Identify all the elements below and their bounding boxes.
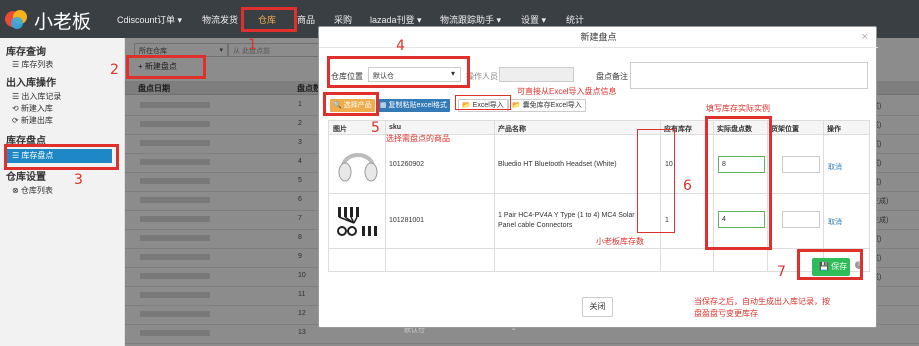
operator-label: 操作人员 <box>466 72 498 81</box>
logo-icon <box>5 10 27 29</box>
hint-select-product: 选择需盘点的商品 <box>386 134 450 143</box>
row-divider <box>329 248 869 249</box>
nav-item-settings[interactable]: 设置 ▾ <box>521 13 546 26</box>
hint-excel-import: 可直接从Excel导入盘点信息 <box>517 87 617 96</box>
solar-connector-product-image <box>337 207 377 236</box>
sidebar: 库存查询 ☰ 库存列表 出入库操作 ☰ 出入库记录 ⟲ 新建入库 ⟳ 新建出库 … <box>0 38 125 346</box>
close-button[interactable]: 关闭 <box>582 297 613 317</box>
column-header-image: 图片 <box>333 126 347 133</box>
sidebar-item-new-outbound[interactable]: ⟳ 新建出库 <box>12 115 53 126</box>
copy-paste-excel-button[interactable]: ▦ 复制粘贴excel格式 <box>377 99 450 112</box>
row2-sku: 101281001 <box>389 217 425 224</box>
step-number-4: 4 <box>396 38 405 54</box>
row2-shelf-location-input[interactable] <box>782 211 820 228</box>
nav-item-lazada[interactable]: lazada刊登 ▾ <box>370 13 422 26</box>
column-header-action: 操作 <box>827 126 841 133</box>
highlight-box-actual-count <box>705 116 772 250</box>
highlight-box-warehouse-location <box>327 56 470 88</box>
hint-save-line2: 盘盈盘亏变更库存 <box>694 309 758 318</box>
column-header-sku: sku <box>389 124 402 131</box>
nav-item-purchase[interactable]: 采购 <box>334 13 352 26</box>
step-number-5: 5 <box>371 120 380 136</box>
highlight-box-stocktake-menu <box>4 144 119 170</box>
remark-textarea[interactable] <box>630 62 868 89</box>
highlight-box-warehouse-nav <box>241 7 297 32</box>
step-number-2: 2 <box>110 62 119 78</box>
sidebar-item-warehouse-list[interactable]: ⊗ 仓库列表 <box>12 185 53 196</box>
nav-item-products[interactable]: 商品 <box>297 13 315 26</box>
row1-cancel-link[interactable]: 取消 <box>828 162 842 172</box>
nav-item-cdiscount[interactable]: Cdiscount订单 ▾ <box>117 13 182 26</box>
row2-cancel-link[interactable]: 取消 <box>828 217 842 227</box>
headset-product-image <box>338 153 378 182</box>
row1-sku: 101260902 <box>389 161 425 168</box>
close-icon[interactable]: × <box>862 31 868 43</box>
step-number-6: 6 <box>683 178 692 194</box>
row2-product-name-line2: Panel cable Connectors <box>498 222 573 229</box>
logo-text: 小老板 <box>34 11 92 33</box>
row2-product-name-line1: 1 Pair HC4-PV4A Y Type (1 to 4) MC4 Sola… <box>498 212 635 219</box>
operator-field <box>499 67 574 82</box>
sidebar-item-new-inbound[interactable]: ⟲ 新建入库 <box>12 103 53 114</box>
highlight-box-new-stocktake <box>126 55 206 79</box>
sidebar-section-inventory-query: 库存查询 <box>6 47 46 58</box>
sidebar-item-inout-records[interactable]: ☰ 出入库记录 <box>12 91 61 102</box>
nav-item-tracking[interactable]: 物流跟踪助手 ▾ <box>440 13 501 26</box>
highlight-box-select-product <box>323 92 379 116</box>
sidebar-section-inout: 出入库操作 <box>6 78 56 89</box>
nav-item-logistics[interactable]: 物流发货 <box>202 13 238 26</box>
sidebar-item-inventory-list[interactable]: ☰ 库存列表 <box>12 59 53 70</box>
remark-label: 盘点备注 <box>596 72 628 81</box>
highlight-box-excel-import <box>455 95 511 110</box>
step-number-7: 7 <box>777 264 786 280</box>
row1-shelf-location-input[interactable] <box>782 156 820 173</box>
highlight-box-save <box>797 249 863 280</box>
row-divider <box>329 193 869 194</box>
column-header-shelf-location: 货架位置 <box>771 126 799 133</box>
nav-item-stats[interactable]: 统计 <box>566 13 584 26</box>
step-number-3: 3 <box>74 172 83 188</box>
hint-fill-actual: 填写库存实际实例 <box>706 104 770 113</box>
column-header-product-name: 产品名称 <box>498 126 526 133</box>
step-number-1: 1 <box>248 37 257 53</box>
sidebar-section-warehouse-settings: 仓库设置 <box>6 172 46 183</box>
highlight-box-expected-stock <box>637 129 675 233</box>
shelf-excel-import-button[interactable]: 📂 囊免库存Excel导入 <box>508 99 586 112</box>
hint-save-line1: 当保存之后，自动生成出入库记录，按 <box>694 297 830 306</box>
hint-system-stock: 小老板库存数 <box>596 237 644 246</box>
row1-product-name: Bluedio HT Bluetooth Headset (White) <box>498 161 617 168</box>
